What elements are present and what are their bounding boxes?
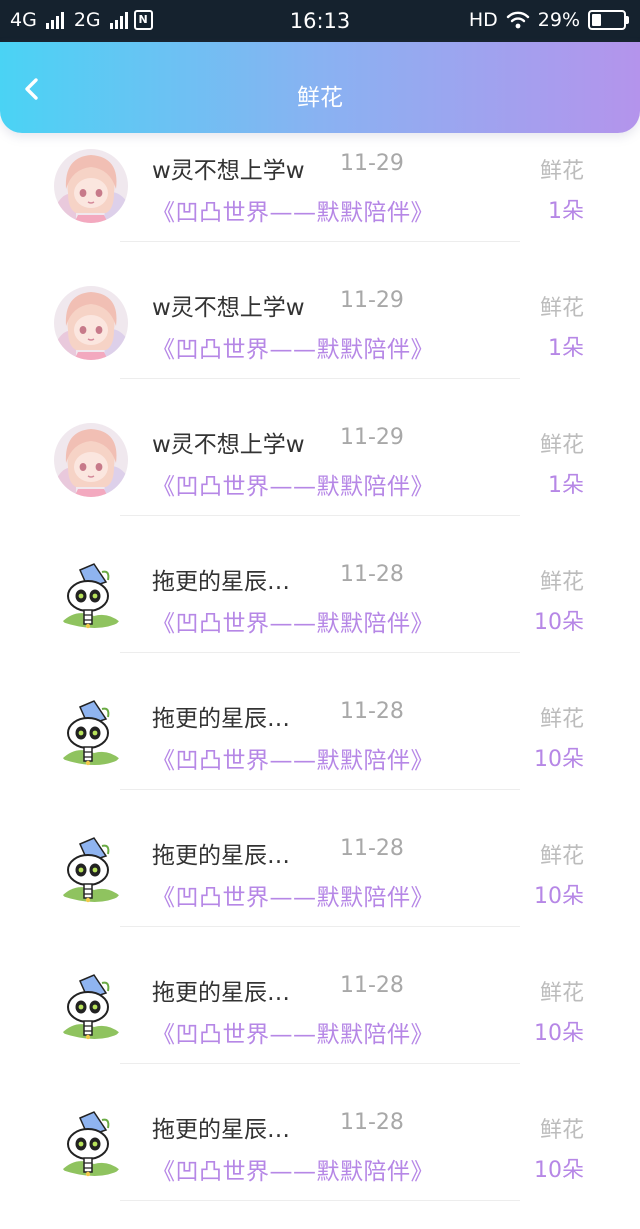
list-item[interactable]: 拖更的星辰… 11-28 《凹凸世界——默默陪伴》 鲜花 10朵 <box>0 544 640 681</box>
hd-label: HD <box>468 9 498 31</box>
gift-count: 1朵 <box>548 473 584 498</box>
status-bar: 4G 2G N 16:13 HD 29% <box>0 0 640 42</box>
divider <box>120 789 520 790</box>
list-item[interactable]: 拖更的星辰… 11-28 《凹凸世界——默默陪伴》 鲜花 10朵 <box>0 955 640 1092</box>
divider <box>120 1063 520 1064</box>
skeleton-mascot-avatar[interactable] <box>54 971 128 1045</box>
send-date: 11-29 <box>340 425 404 450</box>
gift-type: 鲜花 <box>539 570 584 595</box>
sender-name: w灵不想上学w <box>152 158 305 184</box>
sender-name: w灵不想上学w <box>152 432 305 458</box>
gift-count: 1朵 <box>548 199 584 224</box>
work-title-link[interactable]: 《凹凸世界——默默陪伴》 <box>152 1152 434 1186</box>
divider <box>120 241 520 242</box>
wifi-icon <box>506 11 529 29</box>
gift-count: 1朵 <box>548 336 584 361</box>
skeleton-mascot-avatar[interactable] <box>54 560 128 634</box>
gift-type: 鲜花 <box>539 1118 584 1143</box>
divider <box>120 926 520 927</box>
divider <box>120 515 520 516</box>
work-title-link[interactable]: 《凹凸世界——默默陪伴》 <box>152 878 434 912</box>
sender-name: 拖更的星辰… <box>152 706 290 732</box>
send-date: 11-28 <box>340 1110 404 1135</box>
list-item[interactable]: w灵不想上学w 11-29 《凹凸世界——默默陪伴》 鲜花 1朵 <box>0 407 640 544</box>
gift-count: 10朵 <box>534 1021 584 1046</box>
skeleton-mascot-avatar[interactable] <box>54 1108 128 1182</box>
gift-type: 鲜花 <box>539 844 584 869</box>
gift-type: 鲜花 <box>539 433 584 458</box>
list-item[interactable]: w灵不想上学w 11-29 《凹凸世界——默默陪伴》 鲜花 1朵 <box>0 133 640 270</box>
anime-girl-avatar[interactable] <box>54 286 128 360</box>
work-title-link[interactable]: 《凹凸世界——默默陪伴》 <box>152 604 434 638</box>
divider <box>120 1200 520 1201</box>
sender-name: 拖更的星辰… <box>152 569 290 595</box>
gift-count: 10朵 <box>534 610 584 635</box>
gift-count: 10朵 <box>534 1158 584 1183</box>
skeleton-mascot-avatar[interactable] <box>54 697 128 771</box>
send-date: 11-29 <box>340 151 404 176</box>
gift-count: 10朵 <box>534 884 584 909</box>
gift-type: 鲜花 <box>539 981 584 1006</box>
gift-type: 鲜花 <box>539 296 584 321</box>
sender-name: 拖更的星辰… <box>152 1117 290 1143</box>
gift-type: 鲜花 <box>539 707 584 732</box>
work-title-link[interactable]: 《凹凸世界——默默陪伴》 <box>152 741 434 775</box>
send-date: 11-29 <box>340 288 404 313</box>
list-item[interactable]: 拖更的星辰… 11-28 《凹凸世界——默默陪伴》 鲜花 10朵 <box>0 818 640 955</box>
work-title-link[interactable]: 《凹凸世界——默默陪伴》 <box>152 467 434 501</box>
page-title: 鲜花 <box>297 85 343 111</box>
battery-icon <box>588 10 629 30</box>
gift-type: 鲜花 <box>539 159 584 184</box>
list-item[interactable]: w灵不想上学w 11-29 《凹凸世界——默默陪伴》 鲜花 1朵 <box>0 270 640 407</box>
send-date: 11-28 <box>340 973 404 998</box>
anime-girl-avatar[interactable] <box>54 149 128 223</box>
sender-name: w灵不想上学w <box>152 295 305 321</box>
list-item[interactable]: 拖更的星辰… 11-28 《凹凸世界——默默陪伴》 鲜花 10朵 <box>0 681 640 818</box>
skeleton-mascot-avatar[interactable] <box>54 834 128 908</box>
work-title-link[interactable]: 《凹凸世界——默默陪伴》 <box>152 1015 434 1049</box>
send-date: 11-28 <box>340 836 404 861</box>
send-date: 11-28 <box>340 699 404 724</box>
divider <box>120 652 520 653</box>
work-title-link[interactable]: 《凹凸世界——默默陪伴》 <box>152 330 434 364</box>
system-indicators: HD 29% <box>468 9 629 31</box>
gift-count: 10朵 <box>534 747 584 772</box>
anime-girl-avatar[interactable] <box>54 423 128 497</box>
divider <box>120 378 520 379</box>
work-title-link[interactable]: 《凹凸世界——默默陪伴》 <box>152 193 434 227</box>
sender-name: 拖更的星辰… <box>152 843 290 869</box>
list-item[interactable]: 拖更的星辰… 11-28 《凹凸世界——默默陪伴》 鲜花 10朵 <box>0 1092 640 1229</box>
nav-header: 鲜花 <box>0 42 640 133</box>
battery-percent: 29% <box>537 9 580 31</box>
send-date: 11-28 <box>340 562 404 587</box>
sender-name: 拖更的星辰… <box>152 980 290 1006</box>
